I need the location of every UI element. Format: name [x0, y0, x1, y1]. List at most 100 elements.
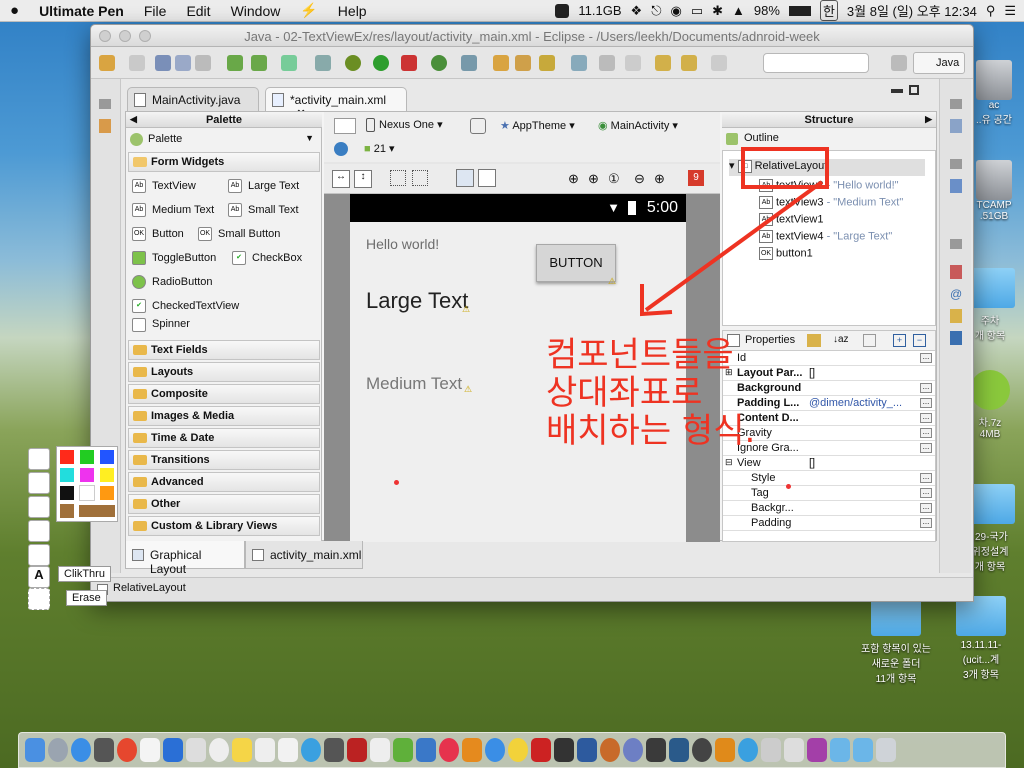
- layout-icon[interactable]: [555, 3, 570, 18]
- stickies-icon[interactable]: [232, 738, 252, 762]
- javadoc-icon[interactable]: @: [950, 287, 962, 301]
- api-level-select[interactable]: ■ 21 ▾: [364, 142, 395, 155]
- tasks-icon[interactable]: [163, 738, 183, 762]
- widget-textview[interactable]: Ab TextView: [132, 174, 228, 198]
- terminal-icon[interactable]: [554, 738, 574, 762]
- widget-checkbox[interactable]: ✔ CheckBox: [232, 246, 302, 270]
- menu-window[interactable]: Window: [221, 3, 291, 19]
- dropbox-icon[interactable]: ❖: [631, 3, 643, 19]
- launchpad-icon[interactable]: [48, 738, 68, 762]
- keynote-icon[interactable]: [416, 738, 436, 762]
- apps-grid-icon[interactable]: [94, 738, 114, 762]
- color-swatch-green[interactable]: [79, 449, 95, 465]
- rectangle-tool-icon[interactable]: [28, 496, 50, 518]
- category-other[interactable]: Other: [128, 494, 320, 514]
- category-composite[interactable]: Composite: [128, 384, 320, 404]
- widget-button[interactable]: OK Button: [132, 222, 198, 246]
- search-icon[interactable]: [539, 55, 555, 71]
- tab-mainactivity-java[interactable]: MainActivity.java: [127, 87, 259, 111]
- textview2-hello-world[interactable]: Hello world!: [366, 236, 439, 252]
- prop-row-style[interactable]: Style...: [723, 471, 935, 486]
- forward-icon[interactable]: [711, 55, 727, 71]
- marker-tool-icon[interactable]: [28, 472, 50, 494]
- maximize-editor-icon[interactable]: [909, 85, 919, 95]
- align-left-icon[interactable]: [456, 169, 474, 187]
- locale-globe-icon[interactable]: [334, 142, 348, 156]
- prop-edit-button[interactable]: ...: [920, 473, 932, 483]
- toggle-mark-icon[interactable]: [571, 55, 587, 71]
- java-perspective-button[interactable]: Java: [913, 52, 965, 74]
- new-icon[interactable]: [99, 55, 115, 71]
- widget-medium-text[interactable]: Ab Medium Text: [132, 198, 228, 222]
- widget-small-text[interactable]: Ab Small Text: [228, 198, 299, 222]
- erase-tooltip[interactable]: Erase: [66, 590, 107, 606]
- wunderlist-icon[interactable]: [738, 738, 758, 762]
- align-center-icon[interactable]: [478, 169, 496, 187]
- color-swatch-white[interactable]: [79, 485, 95, 501]
- color-swatch-cyan[interactable]: [59, 467, 75, 483]
- trash-icon[interactable]: [876, 738, 896, 762]
- bluetooth-icon[interactable]: ✱: [712, 3, 723, 19]
- new-class-icon[interactable]: [431, 55, 447, 71]
- task-list-icon[interactable]: [950, 119, 962, 133]
- prop-edit-button[interactable]: ...: [920, 503, 932, 513]
- fill-width-icon[interactable]: ↔: [332, 170, 350, 188]
- category-advanced[interactable]: Advanced: [128, 472, 320, 492]
- widget-small-button[interactable]: OK Small Button: [198, 222, 280, 246]
- tab-xml-source[interactable]: activity_main.xml: [245, 541, 363, 569]
- line-tool-icon[interactable]: [28, 544, 50, 566]
- color-swatch-blue[interactable]: [99, 449, 115, 465]
- palette-mode-select[interactable]: Palette ▼: [128, 130, 318, 150]
- category-images-media[interactable]: Images & Media: [128, 406, 320, 426]
- filezilla-icon[interactable]: [531, 738, 551, 762]
- category-transitions[interactable]: Transitions: [128, 450, 320, 470]
- category-text-fields[interactable]: Text Fields: [128, 340, 320, 360]
- external-tools-icon[interactable]: [401, 55, 417, 71]
- color-swatch-yellow[interactable]: [99, 467, 115, 483]
- menu-file[interactable]: File: [134, 3, 177, 19]
- eclipse-alt-icon[interactable]: [692, 738, 712, 762]
- open-type-icon[interactable]: [493, 55, 509, 71]
- collapse-icon[interactable]: ⊟: [725, 457, 733, 468]
- memory-readout[interactable]: 11.1GB: [578, 3, 621, 18]
- sdk-manager-icon[interactable]: [227, 55, 243, 71]
- widget-togglebutton[interactable]: ToggleButton: [132, 246, 232, 270]
- calendar-icon[interactable]: [140, 738, 160, 762]
- zoom-fit-icon[interactable]: ⊕: [568, 171, 579, 187]
- documents-folder-icon[interactable]: [853, 738, 873, 762]
- menu-help[interactable]: Help: [328, 3, 377, 19]
- clock[interactable]: 3월 8일 (일) 오후 12:34: [847, 1, 977, 20]
- ellipse-tool-icon[interactable]: [28, 520, 50, 542]
- minimize-editor-icon[interactable]: [891, 89, 903, 93]
- android-lint-icon[interactable]: [315, 55, 331, 71]
- preview-icon[interactable]: [278, 738, 298, 762]
- prop-row-padding[interactable]: Padding...: [723, 516, 935, 531]
- prop-edit-button[interactable]: ...: [920, 413, 932, 423]
- messages-icon[interactable]: [301, 738, 321, 762]
- restore-icon[interactable]: [950, 159, 962, 169]
- textview4-large-text[interactable]: Large Text: [366, 288, 468, 314]
- photo-booth-icon[interactable]: [324, 738, 344, 762]
- pen-tool-icon[interactable]: [28, 448, 50, 470]
- photo-icon[interactable]: [347, 738, 367, 762]
- theme-select[interactable]: ★ AppTheme ▾: [500, 119, 575, 132]
- kakaotalk-icon[interactable]: [508, 738, 528, 762]
- battery-icon[interactable]: [788, 5, 811, 16]
- ibooks-icon[interactable]: [462, 738, 482, 762]
- save-icon[interactable]: [155, 55, 171, 71]
- widget-radiobutton[interactable]: RadioButton: [132, 270, 318, 294]
- clock-icon[interactable]: [209, 738, 229, 762]
- prop-edit-button[interactable]: ...: [920, 383, 932, 393]
- last-edit-icon[interactable]: [655, 55, 671, 71]
- color-swatch-magenta[interactable]: [79, 467, 95, 483]
- safari-icon[interactable]: [71, 738, 91, 762]
- orientation-icon[interactable]: [470, 118, 486, 134]
- prop-edit-button[interactable]: ...: [920, 428, 932, 438]
- open-task-icon[interactable]: [515, 55, 531, 71]
- prop-edit-button[interactable]: ...: [920, 398, 932, 408]
- itunes-icon[interactable]: [439, 738, 459, 762]
- photoshop-icon[interactable]: [646, 738, 666, 762]
- outline-view-tab[interactable]: Outline: [726, 130, 932, 146]
- tab-activity-main-xml[interactable]: *activity_main.xml ✖: [265, 87, 407, 121]
- back-icon[interactable]: [681, 55, 697, 71]
